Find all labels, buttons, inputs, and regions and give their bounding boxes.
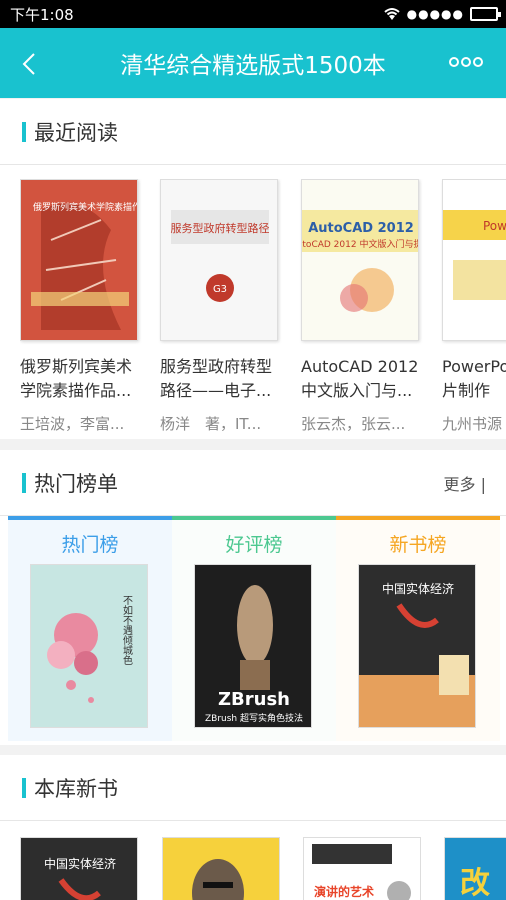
hot-list-section: 热门榜单 更多 | 热门榜 不如不遇倾城色 好评榜 ZBrush ZBrush … <box>0 450 506 745</box>
svg-text:AutoCAD 2012: AutoCAD 2012 <box>308 221 414 236</box>
section-title: 本库新书 <box>34 777 118 801</box>
book-cover[interactable]: AutoCAD 2012 AutoCAD 2012 中文版入门与提高 <box>301 179 419 341</box>
app-bar: 清华综合精选版式1500本 <box>0 28 506 98</box>
cover-text: 中国实体经济 <box>44 856 116 871</box>
section-accent-bar <box>22 122 26 142</box>
more-link[interactable]: 更多 | <box>444 471 486 495</box>
section-header: 本库新书 <box>0 755 506 821</box>
status-icons: ●●●●● <box>383 4 501 24</box>
cover-text: AutoCAD 2012 中文版入门与提高 <box>302 238 419 250</box>
new-books-section: 本库新书 中国实体经济 演讲的艺术 改 <box>0 755 506 900</box>
tab-good[interactable]: 好评榜 ZBrush ZBrush 超写实角色技法 <box>172 516 336 741</box>
book-title: PowerPoint幻灯片制作 <box>442 357 506 400</box>
book-cover[interactable]: 不如不遇倾城色 <box>30 564 148 728</box>
cover-text: 服务型政府转型路径 <box>171 221 270 235</box>
battery-icon <box>470 7 501 21</box>
tab-label: 新书榜 <box>389 534 447 556</box>
book-card[interactable]: AutoCAD 2012 AutoCAD 2012 中文版入门与提高 AutoC… <box>301 179 423 434</box>
cover-text: PowerPoint 幻灯 <box>483 219 506 233</box>
recent-book-list: 俄罗斯列宾美术学院素描作品精选系列 俄罗斯列宾美术学院素描作品... 王培波，李… <box>20 179 506 439</box>
cover-text: 俄罗斯列宾美术学院素描作品精选系列 <box>33 201 138 213</box>
page-title: 清华综合精选版式1500本 <box>120 53 386 79</box>
signal-icon: ●●●●● <box>406 7 464 21</box>
section-accent-bar <box>22 778 26 798</box>
new-book-list: 中国实体经济 演讲的艺术 改 <box>20 837 506 900</box>
section-header: 热门榜单 更多 | <box>0 450 506 516</box>
book-title: 俄罗斯列宾美术学院素描作品... <box>20 357 133 400</box>
tab-new[interactable]: 新书榜 中国实体经济 <box>336 516 500 741</box>
book-cover[interactable]: 俄罗斯列宾美术学院素描作品精选系列 <box>20 179 138 341</box>
section-accent-bar <box>22 473 26 493</box>
cover-text: 演讲的艺术 <box>314 884 374 899</box>
cover-text: ZBrush 超写实角色技法 <box>205 712 303 724</box>
book-author: 杨洋 著，IT... <box>160 415 262 433</box>
book-author: 张云杰，张云... <box>301 415 406 433</box>
book-cover[interactable]: 服务型政府转型路径 G3 <box>160 179 278 341</box>
book-title: AutoCAD 2012中文版入门与... <box>301 357 419 400</box>
book-cover[interactable]: 中国实体经济 <box>358 564 476 728</box>
chevron-left-icon[interactable] <box>14 48 46 80</box>
book-card[interactable]: 俄罗斯列宾美术学院素描作品精选系列 俄罗斯列宾美术学院素描作品... 王培波，李… <box>20 179 142 434</box>
section-header: 最近阅读 <box>0 99 506 165</box>
status-bar: 下午1:08 ●●●●● <box>0 0 506 28</box>
more-dots-icon[interactable] <box>448 52 484 72</box>
cover-text: 改 <box>460 866 490 900</box>
tab-hot[interactable]: 热门榜 不如不遇倾城色 <box>8 516 172 741</box>
book-cover[interactable] <box>162 837 280 900</box>
cover-text: 不如不遇倾城色 <box>121 595 133 665</box>
svg-text:ZBrush: ZBrush <box>218 689 290 710</box>
book-cover[interactable]: 改 <box>444 837 506 900</box>
section-title: 热门榜单 <box>34 472 118 496</box>
book-card[interactable]: PowerPoint 幻灯 PowerPoint幻灯片制作 九州书源 <box>442 179 506 434</box>
book-cover[interactable]: ZBrush ZBrush 超写实角色技法 <box>194 564 312 728</box>
cover-text: 中国实体经济 <box>382 581 454 596</box>
tab-label: 好评榜 <box>225 534 283 556</box>
svg-text:G3: G3 <box>213 284 227 295</box>
recent-reading-section: 最近阅读 俄罗斯列宾美术学院素描作品精选系列 俄罗斯列宾美术学院素描作品... … <box>0 99 506 439</box>
book-cover[interactable]: PowerPoint 幻灯 <box>442 179 506 341</box>
section-title: 最近阅读 <box>34 121 118 145</box>
book-cover[interactable]: 中国实体经济 <box>20 837 138 900</box>
tab-label: 热门榜 <box>61 534 119 556</box>
book-card[interactable]: 服务型政府转型路径 G3 服务型政府转型路径——电子... 杨洋 著，IT... <box>160 179 282 434</box>
wifi-icon <box>383 8 400 20</box>
book-author: 王培波，李富... <box>20 415 125 433</box>
status-time: 下午1:08 <box>10 6 74 24</box>
book-author: 九州书源 <box>442 415 503 433</box>
book-title: 服务型政府转型路径——电子... <box>160 357 273 400</box>
book-cover[interactable]: 演讲的艺术 <box>303 837 421 900</box>
